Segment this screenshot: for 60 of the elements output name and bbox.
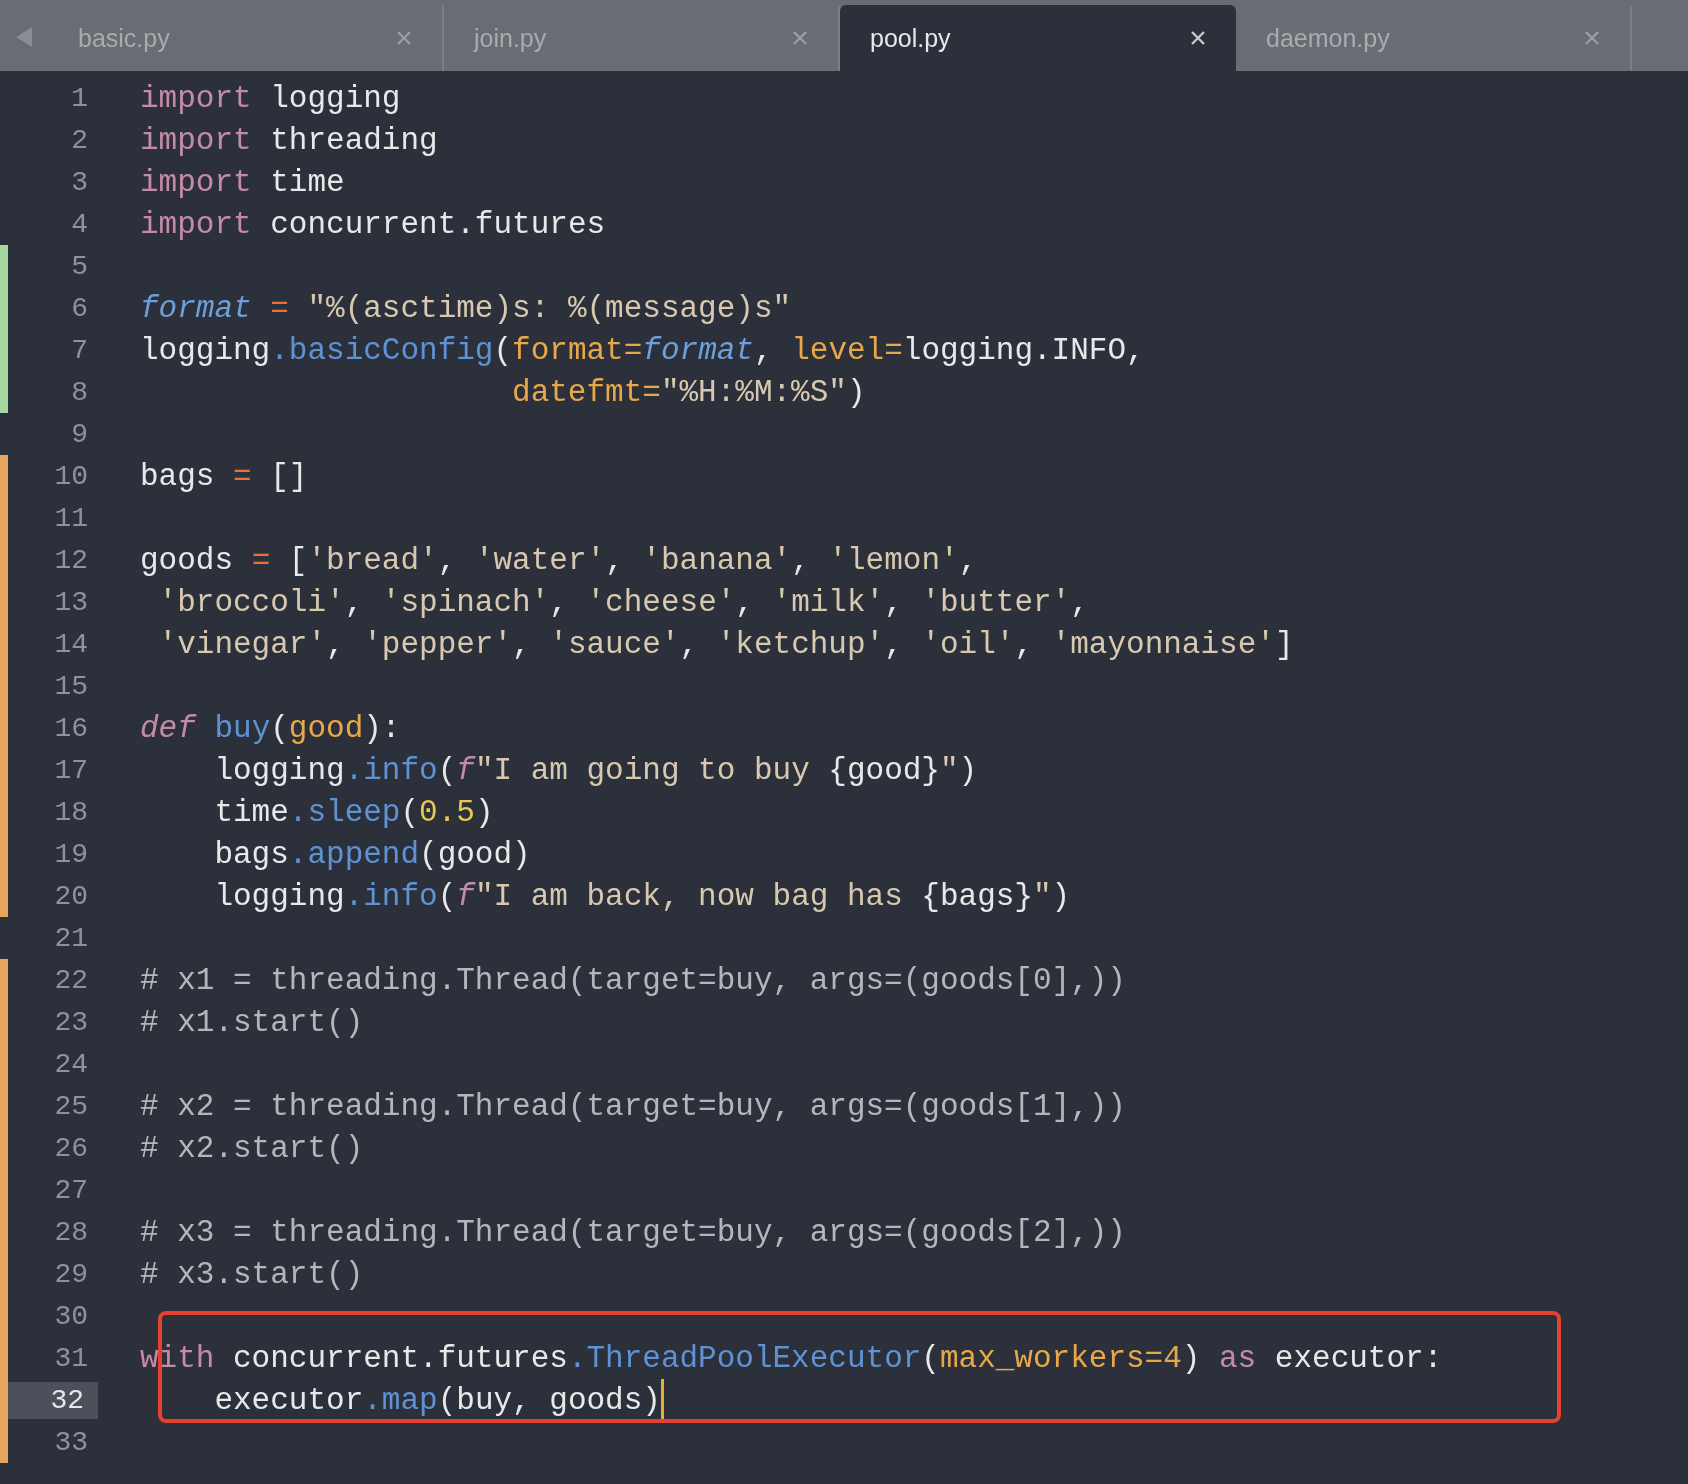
line-number: 25 [54, 1090, 88, 1122]
code-line: datefmt="%H:%M:%S") [511, 374, 866, 410]
code-line: goods = ['bread', 'water', 'banana', 'lemon', [140, 542, 978, 578]
code-line: # x1 = threading.Thread(target=buy, args=(goods[0],)) [140, 962, 1126, 998]
code-line: time.sleep(0.5) [213, 794, 494, 830]
scroll-left-icon[interactable] [14, 25, 34, 49]
line-number: 29 [54, 1258, 88, 1290]
line-number: 23 [54, 1006, 88, 1038]
line-number: 17 [54, 754, 88, 786]
line-number: 21 [54, 922, 88, 954]
code-line: bags.append(good) [213, 836, 531, 872]
line-number: 22 [54, 964, 88, 996]
line-number: 6 [71, 292, 88, 324]
line-number: 8 [71, 376, 88, 408]
line-number: 18 [54, 796, 88, 828]
line-number: 27 [54, 1174, 88, 1206]
code-line: format = "%(asctime)s: %(message)s" [140, 290, 792, 326]
code-line: logging.basicConfig(format=format, level=logging.INFO, [140, 332, 1145, 368]
line-number: 13 [54, 586, 88, 618]
code-line: # x1.start() [140, 1004, 364, 1040]
line-number: 9 [71, 418, 88, 450]
line-number: 12 [54, 544, 88, 576]
code-line: # x3 = threading.Thread(target=buy, args=(goods[2],)) [140, 1214, 1126, 1250]
line-number: 26 [54, 1132, 88, 1164]
code-line: import logging [140, 80, 401, 116]
line-number: 31 [54, 1342, 88, 1374]
line-number: 33 [54, 1426, 88, 1458]
editor-tab[interactable]: basic.py [48, 5, 444, 71]
line-number: 28 [54, 1216, 88, 1248]
line-number: 24 [54, 1048, 88, 1080]
line-number: 10 [54, 460, 88, 492]
line-number: 1 [71, 82, 88, 114]
code-line: import threading [140, 122, 438, 158]
code-line: # x3.start() [140, 1256, 364, 1292]
line-number: 14 [54, 628, 88, 660]
code-line: logging.info(f"I am going to buy {good}") [213, 752, 978, 788]
editor-tab[interactable]: pool.py [840, 5, 1236, 71]
code-line: bags = [] [140, 458, 308, 494]
line-number: 5 [71, 250, 88, 282]
code-line: 'broccoli', 'spinach', 'cheese', 'milk', 'butter', [157, 584, 1089, 620]
line-number: 16 [54, 712, 88, 744]
line-number: 30 [54, 1300, 88, 1332]
code-line: import concurrent.futures [140, 206, 606, 242]
line-number: 15 [54, 670, 88, 702]
editor-tab[interactable]: daemon.py [1236, 5, 1632, 71]
code-line: def buy(good): [140, 710, 401, 746]
code-line: 'vinegar', 'pepper', 'sauce', 'ketchup', 'oil', 'mayonnaise'] [157, 626, 1294, 662]
line-number: 20 [54, 880, 88, 912]
line-number: 3 [71, 166, 88, 198]
code-line: executor.map(buy, goods) [213, 1382, 661, 1418]
close-icon[interactable] [1190, 30, 1206, 46]
line-number: 7 [71, 334, 88, 366]
line-number: 2 [71, 124, 88, 156]
code-line: # x2 = threading.Thread(target=buy, args=(goods[1],)) [140, 1088, 1126, 1124]
code-line: logging.info(f"I am back, now bag has {bags}") [213, 878, 1071, 914]
line-number: 11 [54, 502, 88, 534]
line-number: 19 [54, 838, 88, 870]
code-line: # x2.start() [140, 1130, 364, 1166]
line-number: 4 [71, 208, 88, 240]
code-line: import time [140, 164, 345, 200]
